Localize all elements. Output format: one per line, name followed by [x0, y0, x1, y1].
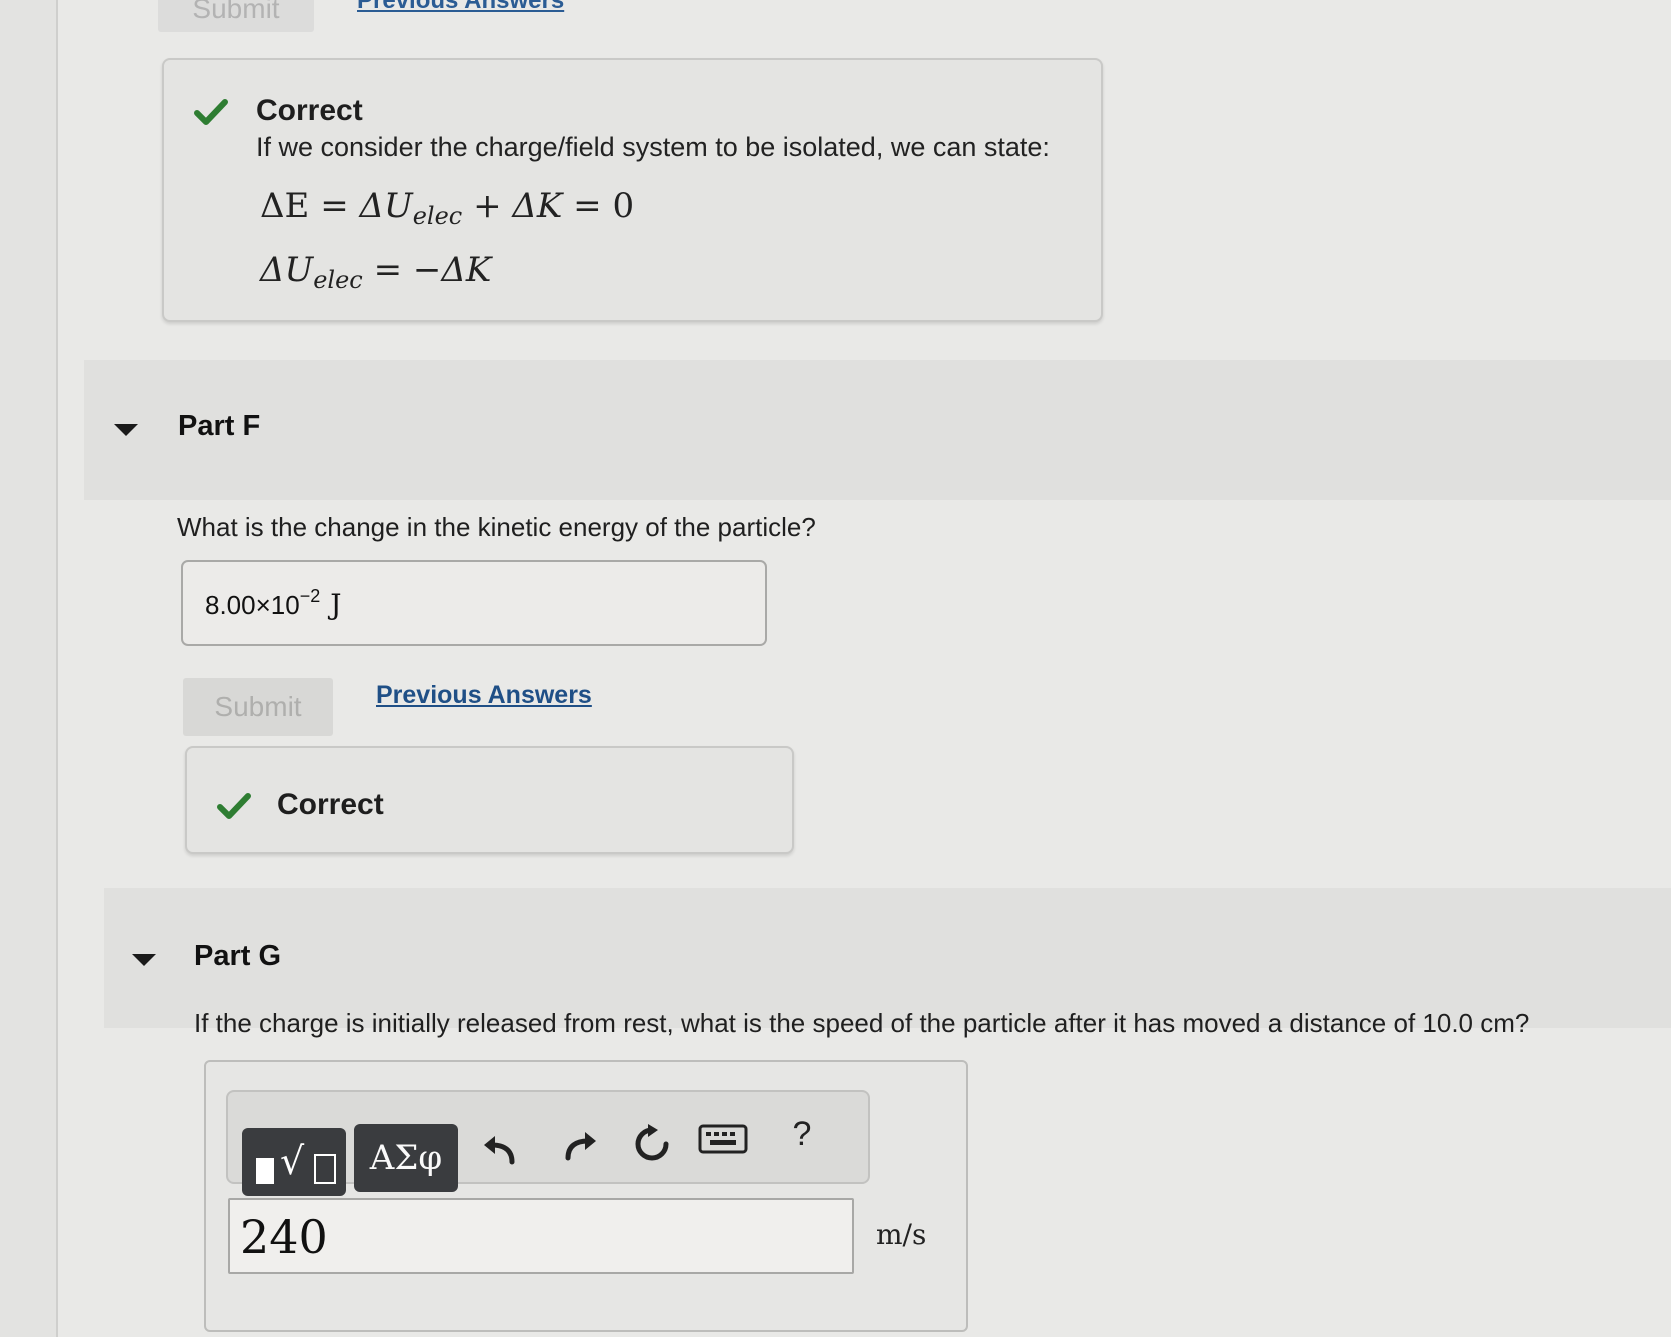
feedback-status: Correct — [277, 788, 384, 821]
submit-button-part-e[interactable]: Submit — [158, 0, 314, 32]
feedback-box-part-f: Correct — [185, 746, 794, 854]
equation-potential-kinetic: ΔUelec = −ΔK — [260, 250, 492, 294]
feedback-text: If we consider the charge/field system t… — [256, 132, 1050, 162]
question-part-f: What is the change in the kinetic energy… — [177, 512, 816, 542]
greek-symbols-button[interactable]: ΑΣφ — [354, 1124, 458, 1192]
part-f-header[interactable]: Part F — [84, 360, 1671, 500]
previous-answers-link-part-e[interactable]: Previous Answers — [357, 0, 564, 16]
undo-icon[interactable] — [478, 1130, 522, 1178]
answer-input-value: 240 — [240, 1210, 328, 1264]
answer-panel-part-g: √ ΑΣφ ? 240 m/s — [204, 1060, 968, 1332]
help-icon[interactable]: ? — [780, 1114, 824, 1154]
feedback-status: Correct — [256, 94, 363, 127]
equation-energy-conservation: ΔE = ΔUelec + ΔK = 0 — [260, 186, 635, 230]
submit-button-part-f[interactable]: Submit — [183, 678, 333, 736]
question-part-g: If the charge is initially released from… — [194, 1008, 1530, 1038]
answer-display-part-f: 8.00×10−2 J — [181, 560, 767, 646]
keyboard-icon[interactable] — [698, 1122, 748, 1162]
redo-icon[interactable] — [558, 1126, 602, 1174]
part-title: Part F — [178, 410, 261, 442]
math-toolbar: √ ΑΣφ ? — [226, 1090, 870, 1196]
answer-value: 8.00×10−2 J — [205, 586, 342, 621]
caret-down-icon[interactable] — [114, 424, 138, 436]
reset-icon[interactable] — [630, 1122, 674, 1174]
checkmark-icon — [194, 98, 228, 126]
part-g-header[interactable]: Part G — [104, 888, 1671, 1028]
part-title: Part G — [194, 940, 282, 972]
checkmark-icon — [217, 792, 251, 820]
unit-label: m/s — [876, 1218, 927, 1251]
answer-input-part-g[interactable]: 240 — [228, 1198, 854, 1274]
previous-answers-link-part-f[interactable]: Previous Answers — [376, 681, 592, 710]
left-border — [0, 0, 58, 1337]
caret-down-icon[interactable] — [132, 954, 156, 966]
feedback-box-part-e: Correct If we consider the charge/field … — [162, 58, 1103, 322]
square-root-template-icon[interactable]: √ — [242, 1128, 346, 1196]
